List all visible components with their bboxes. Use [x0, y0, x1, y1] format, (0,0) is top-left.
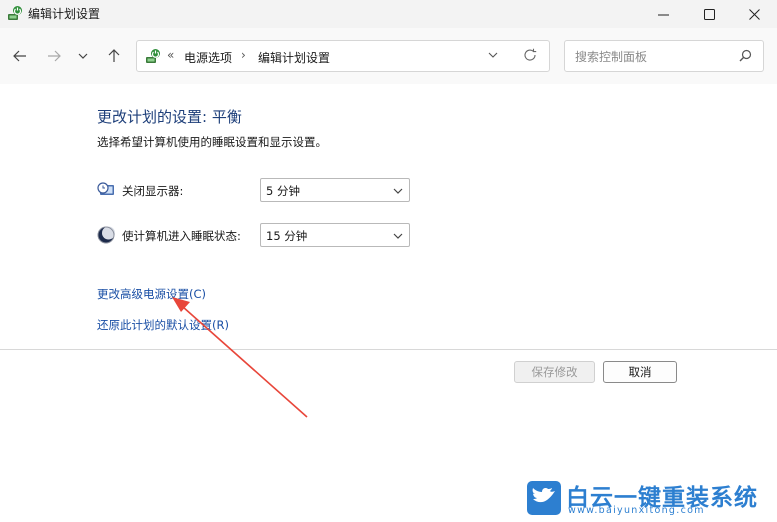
arrow-left-icon: [13, 50, 26, 62]
chevron-down-icon: [393, 188, 403, 194]
sleep-value: 15 分钟: [266, 229, 308, 243]
close-button[interactable]: [731, 0, 777, 28]
power-options-icon: [146, 49, 160, 63]
recent-locations-button[interactable]: [73, 44, 93, 68]
minimize-icon: [657, 14, 669, 15]
chevron-down-icon: [78, 53, 88, 59]
search-icon[interactable]: [739, 49, 752, 62]
back-button[interactable]: [8, 44, 32, 68]
search-box[interactable]: [564, 40, 764, 72]
sleep-select[interactable]: 15 分钟: [260, 223, 410, 247]
turn-off-display-select[interactable]: 5 分钟: [260, 178, 410, 202]
close-icon: [748, 8, 760, 20]
up-button[interactable]: [102, 44, 126, 68]
search-input[interactable]: [573, 47, 737, 67]
chevron-down-icon[interactable]: [487, 49, 499, 61]
arrow-up-icon: [108, 49, 120, 62]
address-bar[interactable]: « 电源选项 › 编辑计划设置: [136, 40, 550, 72]
bird-logo-icon: [527, 481, 561, 515]
navigation-bar: « 电源选项 › 编辑计划设置: [0, 28, 777, 84]
moon-icon: [97, 226, 115, 244]
cancel-button[interactable]: 取消: [603, 361, 677, 383]
page-description: 选择希望计算机使用的睡眠设置和显示设置。: [97, 135, 327, 149]
breadcrumb-separator: ›: [241, 48, 246, 62]
restore-defaults-link[interactable]: 还原此计划的默认设置(R): [97, 317, 229, 333]
breadcrumb-power-options[interactable]: 电源选项: [184, 49, 232, 66]
monitor-clock-icon: [97, 182, 114, 195]
breadcrumb-overflow[interactable]: «: [167, 48, 174, 62]
watermark-url: www.baiyunxitong.com: [568, 505, 705, 516]
turn-off-display-value: 5 分钟: [266, 184, 300, 198]
save-changes-button[interactable]: 保存修改: [514, 361, 595, 383]
forward-button[interactable]: [42, 44, 66, 68]
minimize-button[interactable]: [640, 0, 686, 28]
advanced-power-settings-link[interactable]: 更改高级电源设置(C): [97, 286, 206, 302]
power-options-icon: [8, 6, 22, 20]
sleep-label: 使计算机进入睡眠状态:: [122, 229, 241, 243]
refresh-icon[interactable]: [523, 48, 537, 62]
arrow-right-icon: [48, 50, 61, 62]
turn-off-display-label: 关闭显示器:: [122, 184, 184, 198]
title-bar: 编辑计划设置: [0, 0, 777, 28]
page-title: 更改计划的设置: 平衡: [97, 108, 242, 126]
maximize-icon: [703, 8, 715, 20]
maximize-button[interactable]: [686, 0, 732, 28]
chevron-down-icon: [393, 233, 403, 239]
window-title: 编辑计划设置: [28, 7, 101, 21]
footer-divider: [0, 349, 777, 350]
breadcrumb-edit-plan[interactable]: 编辑计划设置: [258, 49, 330, 66]
